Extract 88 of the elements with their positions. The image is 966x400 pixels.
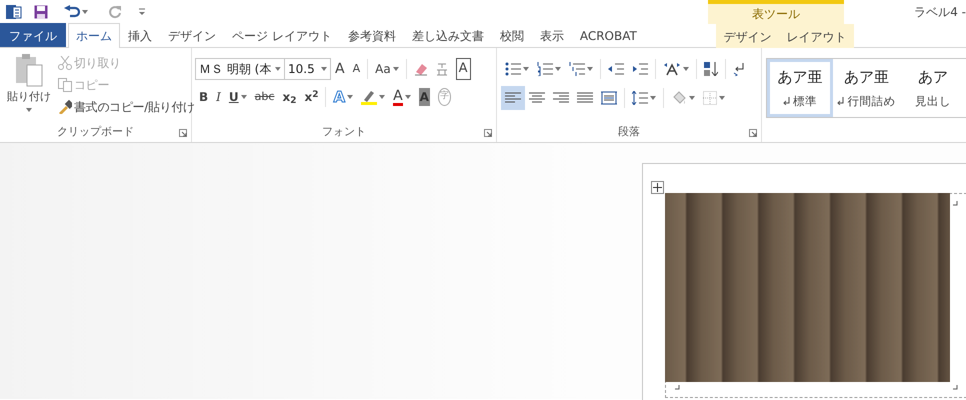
multilevel-list-icon [568,62,585,76]
phonetic-guide-icon [436,62,448,76]
ribbon-tab[interactable]: ホーム [68,23,120,48]
ribbon-tab[interactable]: ページ レイアウト [224,23,340,47]
caret-icon [347,95,354,99]
format-button[interactable]: I [212,86,225,108]
caret-icon [586,67,593,71]
eraser-icon [414,62,428,76]
alignment-button[interactable] [500,86,525,110]
ribbon-tab[interactable]: 挿入 [120,23,160,47]
ribbon-tab[interactable]: デザイン [160,23,224,47]
paragraph-mark-icon [783,97,790,106]
contextual-tab-group-header: 表ツール [708,0,844,24]
borders-icon [702,91,717,105]
paragraph-mark-icon [732,62,745,76]
group-label: 段落 [616,124,641,140]
caret-icon [554,67,561,71]
align-center-icon [528,91,545,105]
cell-end-mark-icon [675,385,680,390]
sort-icon [704,62,718,76]
caret-icon [275,67,281,71]
format-button[interactable]: abc [250,86,278,108]
style-item[interactable]: あア 見出し [900,59,966,117]
format-button[interactable]: x$_{2}$ [278,86,300,108]
clipboard-icon [14,53,44,87]
ribbon-tab[interactable]: レイアウト [780,24,854,48]
dialog-launcher-icon[interactable] [179,129,187,137]
style-item[interactable]: あア亜 標準 [767,59,834,117]
scissors-icon [58,56,72,70]
paintbrush-icon [58,100,72,114]
format-button[interactable]: A [329,86,358,108]
format-button[interactable]: A [414,86,434,108]
format-button[interactable]: A [331,58,349,80]
ribbon-tab[interactable]: ACROBAT [572,23,645,47]
window-title: ラベル4 - [913,4,966,21]
numbered-list-icon [536,62,553,76]
asian-layout-icon [662,62,681,76]
cell-end-mark-icon [953,201,958,206]
customize-icon[interactable] [138,8,146,16]
app-icon [6,4,22,20]
copy-icon [58,78,72,92]
format-button[interactable]: x$^{2}$ [300,86,322,108]
ribbon-tab[interactable]: 校閲 [492,23,532,47]
highlighter-icon [361,89,378,105]
ribbon-tab[interactable]: 表示 [532,23,572,47]
group-label: フォント [320,124,367,140]
format-button[interactable]: Aa [371,58,403,80]
save-icon[interactable] [34,5,48,19]
dialog-launcher-icon[interactable] [749,129,757,137]
paste-button[interactable]: 貼り付け [4,52,54,120]
file-tab[interactable]: ファイル [0,23,66,47]
align-distributed-icon [600,91,617,105]
caret-icon [82,10,88,14]
paragraph-mark-icon [837,97,844,106]
style-item[interactable]: あア亜 行間詰め [833,59,900,117]
line-spacing-icon [632,91,648,105]
caret-icon [321,67,327,71]
decrease-indent-icon [608,62,624,76]
group-label: クリップボード [56,124,135,140]
redo-icon [108,5,122,19]
ribbon-tab[interactable]: デザイン [716,24,778,48]
caret-icon [240,95,247,99]
dialog-launcher-icon[interactable] [484,129,492,137]
format-button[interactable]: A [348,58,364,80]
ribbon-tab[interactable]: 差し込み文書 [404,23,492,47]
increase-indent-icon [632,62,648,76]
caret-icon [650,96,656,100]
move-handle-icon[interactable] [651,181,664,194]
caret-icon [392,67,399,71]
format-button[interactable]: U [224,86,251,108]
align-left-icon [504,91,521,105]
bullet-list-icon [504,62,521,76]
caret-icon [522,67,529,71]
ribbon-tab[interactable]: 参考資料 [340,23,404,47]
caret-icon [718,96,725,100]
caret-icon [682,67,689,71]
font-size-field[interactable]: 10.5 [285,58,331,80]
caret-icon [26,108,32,112]
align-right-icon [552,91,569,105]
format-button[interactable]: A [389,86,415,108]
align-justify-icon [576,91,593,105]
font-name-field[interactable]: ＭＳ 明朝 (本 [195,58,285,80]
caret-icon [379,95,386,99]
cell-end-mark-icon [953,385,958,390]
caret-icon [404,95,411,99]
undo-icon [64,5,80,19]
paint-bucket-icon [670,91,687,105]
caret-icon [688,96,695,100]
